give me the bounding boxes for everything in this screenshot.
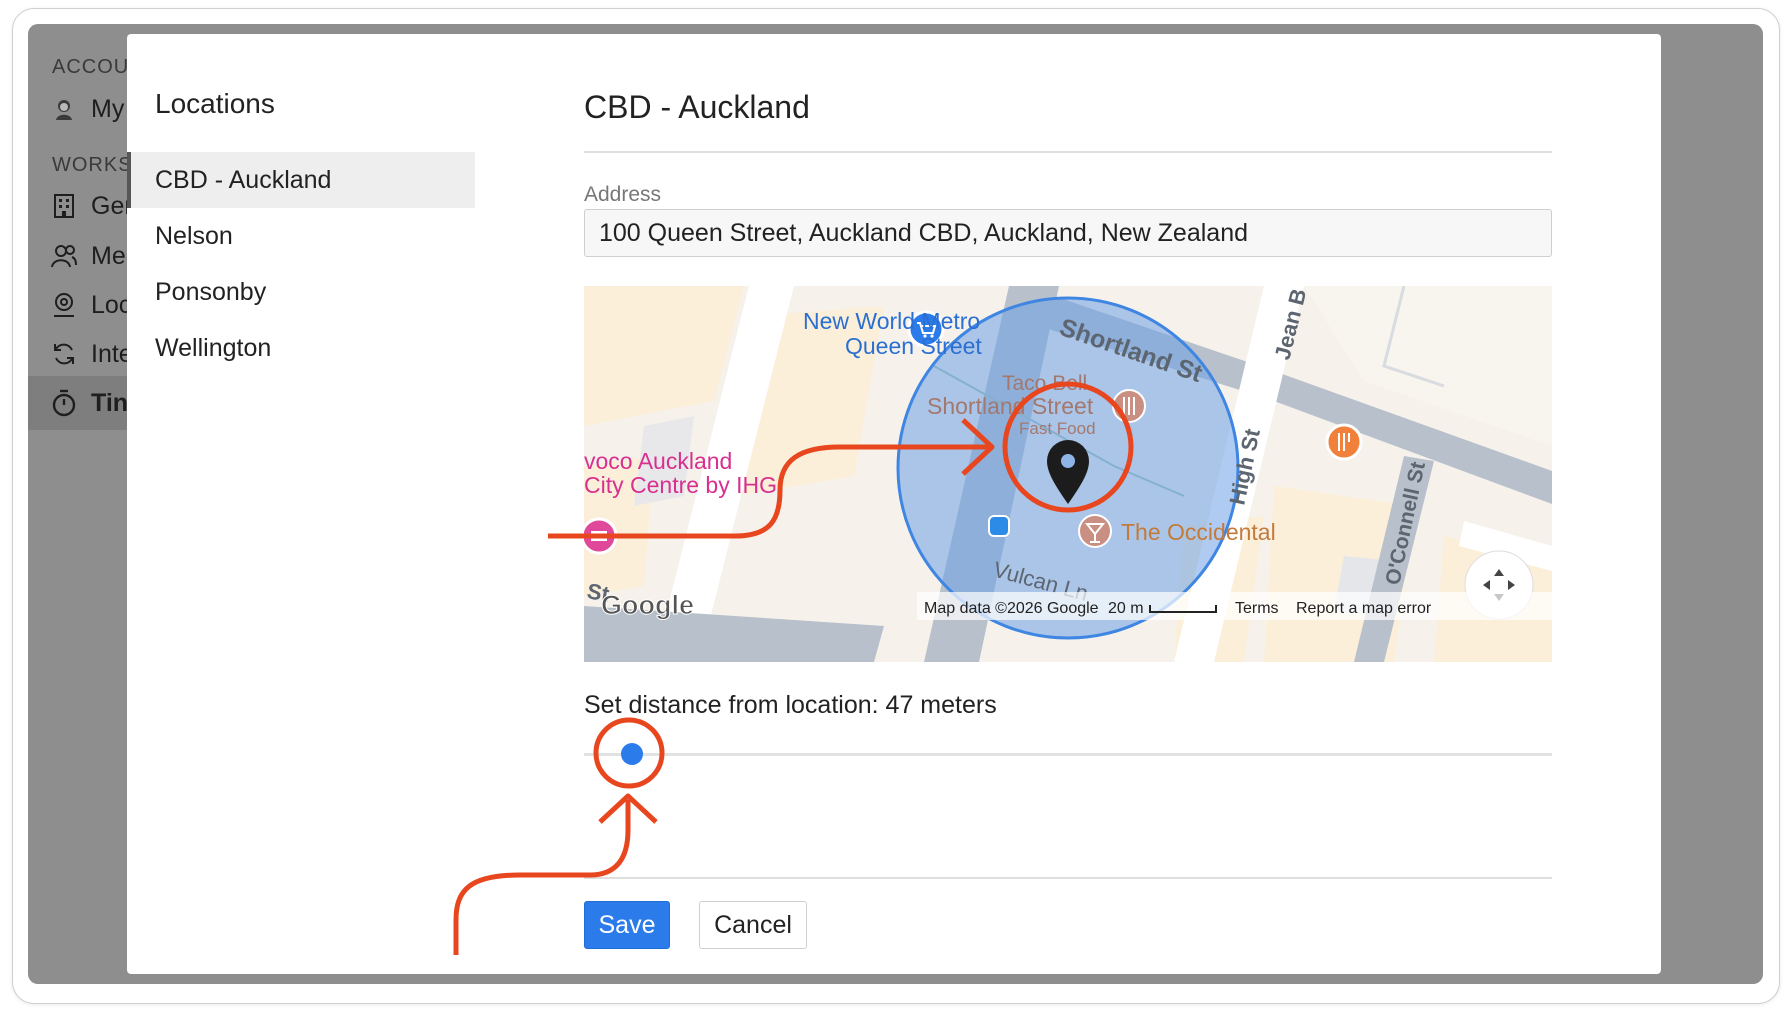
building-icon bbox=[50, 192, 78, 220]
locations-list: CBD - Auckland Nelson Ponsonby Wellingto… bbox=[127, 152, 475, 376]
map-label-queen-street: Queen Street bbox=[845, 333, 982, 359]
sidebar-item-locations[interactable]: Loc bbox=[28, 278, 138, 332]
address-input[interactable] bbox=[584, 209, 1552, 257]
sidebar-section-workspace: WORKS bbox=[52, 154, 133, 176]
sync-icon bbox=[50, 340, 78, 368]
sidebar-item-timesheets[interactable]: Tin bbox=[28, 376, 138, 430]
location-item-ponsonby[interactable]: Ponsonby bbox=[127, 264, 475, 320]
location-modal: Locations CBD - Auckland Nelson Ponsonby… bbox=[127, 34, 1661, 974]
map-canvas: New World Metro Queen Street Shortland S… bbox=[584, 286, 1552, 662]
divider bbox=[584, 877, 1552, 879]
background-sidebar: ACCOU My WORKS Ger Me Loc Inte Tin bbox=[28, 24, 138, 984]
distance-label: Set distance from location: 47 meters bbox=[584, 691, 997, 719]
restaurant-icon bbox=[1112, 389, 1146, 423]
map-label-shortland-street-place: Shortland Street bbox=[927, 393, 1094, 419]
stopwatch-icon bbox=[50, 389, 78, 417]
sidebar-item-label: Tin bbox=[91, 388, 129, 417]
map-label-taco-bell: Taco Bell bbox=[1002, 372, 1087, 395]
location-icon bbox=[50, 291, 78, 319]
distance-slider[interactable] bbox=[584, 738, 1552, 772]
sidebar-item-general[interactable]: Ger bbox=[28, 179, 138, 233]
map-label-voco-sub: City Centre by IHG bbox=[584, 472, 777, 498]
map-report-link: Report a map error bbox=[1296, 600, 1432, 617]
map-label-fast-food: Fast Food bbox=[1019, 419, 1096, 438]
map-label-voco: voco Auckland bbox=[584, 448, 732, 474]
divider bbox=[584, 151, 1552, 153]
location-item-nelson[interactable]: Nelson bbox=[127, 208, 475, 264]
map-attribution: Map data ©2026 Google bbox=[924, 600, 1099, 617]
bus-stop-icon bbox=[988, 515, 1010, 537]
google-logo: Google bbox=[601, 590, 694, 620]
map-view[interactable]: New World Metro Queen Street Shortland S… bbox=[584, 286, 1552, 662]
cancel-button[interactable]: Cancel bbox=[699, 901, 807, 949]
restaurant-icon bbox=[1325, 423, 1363, 461]
sidebar-item-label: My bbox=[91, 94, 125, 123]
map-label-new-world: New World Metro bbox=[803, 308, 980, 334]
sidebar-item-label: Me bbox=[91, 241, 126, 270]
sidebar-item-members[interactable]: Me bbox=[28, 229, 138, 283]
map-label-occidental: The Occidental bbox=[1121, 519, 1276, 545]
sidebar-item-my-account[interactable]: My bbox=[28, 82, 138, 136]
sidebar-item-integrations[interactable]: Inte bbox=[28, 327, 138, 381]
sidebar-item-label: Loc bbox=[91, 290, 132, 319]
avatar-icon bbox=[50, 95, 78, 123]
slider-thumb[interactable] bbox=[621, 743, 644, 765]
location-item-wellington[interactable]: Wellington bbox=[127, 320, 475, 376]
members-icon bbox=[50, 242, 78, 270]
map-scale-label: 20 m bbox=[1108, 600, 1144, 617]
locations-heading: Locations bbox=[155, 88, 275, 119]
slider-track[interactable] bbox=[584, 753, 1552, 756]
hotel-icon bbox=[584, 517, 618, 555]
location-detail-panel: CBD - Auckland Address 100 Queen Street,… bbox=[584, 34, 1552, 974]
map-terms-link: Terms bbox=[1235, 600, 1279, 617]
address-label: Address bbox=[584, 183, 662, 206]
save-button[interactable]: Save bbox=[584, 901, 670, 949]
location-item-cbd-auckland[interactable]: CBD - Auckland bbox=[127, 152, 475, 208]
bar-icon bbox=[1078, 514, 1112, 548]
location-title: CBD - Auckland bbox=[584, 89, 810, 125]
sidebar-section-account: ACCOU bbox=[52, 56, 130, 78]
